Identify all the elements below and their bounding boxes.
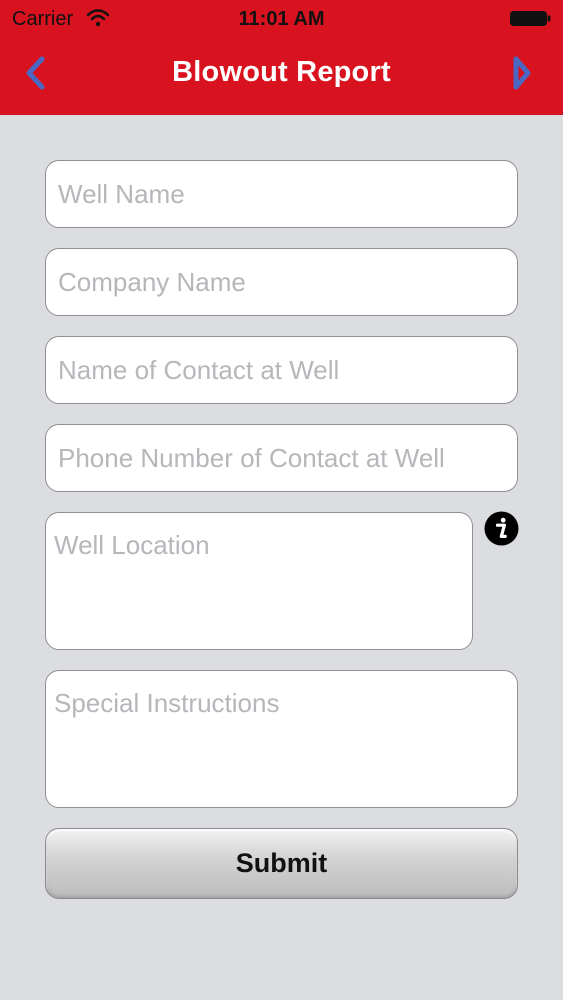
status-time: 11:01 AM [238, 8, 325, 30]
forward-button[interactable] [508, 54, 538, 92]
battery-icon [510, 11, 551, 26]
info-icon[interactable] [484, 511, 519, 546]
company-name-input[interactable]: Company Name [45, 248, 518, 316]
page-title: Blowout Report [172, 56, 391, 88]
contact-phone-input[interactable]: Phone Number of Contact at Well [45, 424, 518, 492]
status-bar: Carrier 11:01 AM [0, 0, 563, 38]
submit-button[interactable]: Submit [45, 828, 518, 899]
special-instructions-textarea[interactable]: Special Instructions [45, 670, 518, 808]
contact-name-input[interactable]: Name of Contact at Well [45, 336, 518, 404]
well-name-input[interactable]: Well Name [45, 160, 518, 228]
well-location-textarea[interactable]: Well Location [45, 512, 473, 650]
navigation-header: Carrier 11:01 AM Blowout Report [0, 0, 563, 115]
